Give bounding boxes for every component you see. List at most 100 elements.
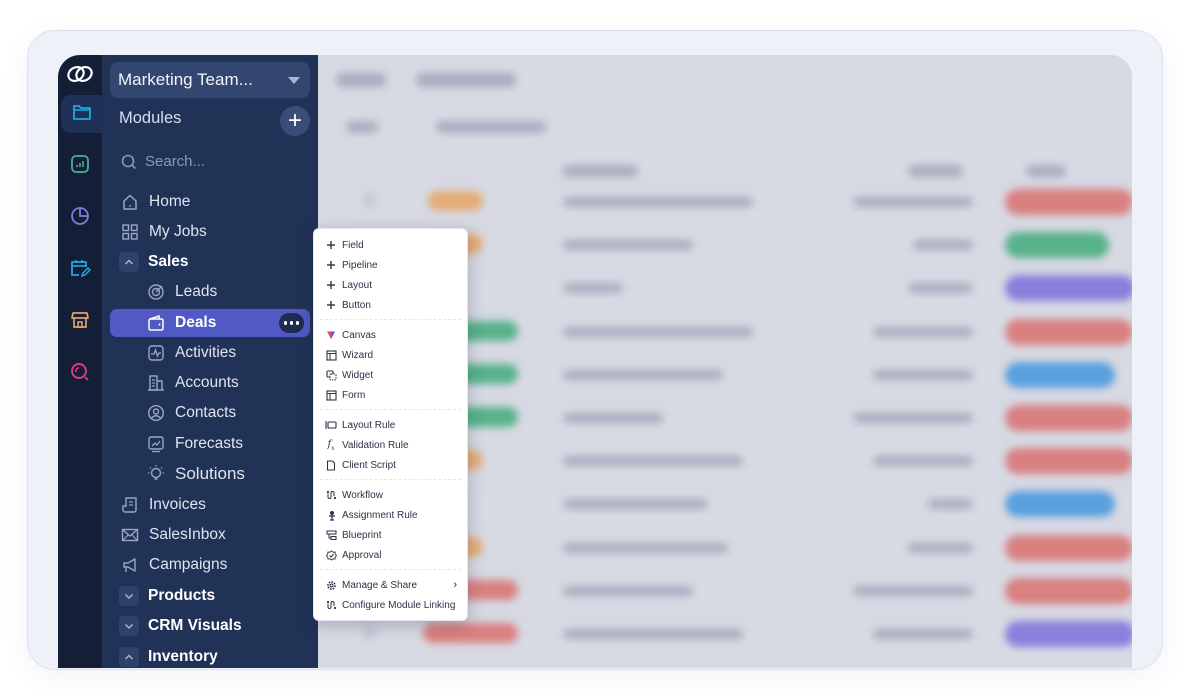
rail-marketplace[interactable] (58, 303, 102, 341)
sidebar-item-products[interactable]: Products (110, 582, 310, 610)
menu-item-form[interactable]: Form (314, 385, 467, 405)
rail-modules[interactable] (61, 95, 102, 133)
plus-icon: + (287, 107, 302, 134)
amount-cell (873, 629, 973, 639)
menu-item-approval[interactable]: Approval (314, 545, 467, 565)
view-selector-placeholder (416, 73, 516, 87)
menu-item-field[interactable]: Field (314, 235, 467, 255)
deal-name-cell (563, 585, 693, 596)
stage-pill (1005, 405, 1132, 431)
rail-planner[interactable] (58, 251, 102, 289)
amount-cell (908, 283, 973, 294)
sidebar-item-campaigns[interactable]: Campaigns (110, 551, 310, 579)
chevron-down-icon[interactable] (119, 586, 139, 606)
amount-cell (873, 456, 973, 467)
chevron-right-icon: › (453, 579, 457, 591)
module-search[interactable]: Search... (121, 153, 205, 170)
sidebar-item-inventory[interactable]: Inventory (110, 643, 310, 668)
org-name: Marketing Team... (118, 70, 253, 89)
file-icon (325, 459, 337, 471)
sidebar-item-label: Leads (175, 283, 218, 300)
search-icon (121, 154, 137, 169)
amount-cell (913, 240, 973, 251)
sidebar-item-my-jobs[interactable]: My Jobs (110, 218, 310, 246)
menu-item-workflow[interactable]: Workflow (314, 485, 467, 505)
rail-search[interactable] (58, 355, 102, 393)
menu-item-assignment-rule[interactable]: Assignment Rule (314, 505, 467, 525)
sidebar-item-solutions[interactable]: Solutions (110, 460, 310, 488)
deal-name-cell (563, 240, 693, 251)
row-divider (348, 226, 1132, 228)
chevron-up-icon[interactable] (119, 252, 139, 272)
folder-icon (72, 103, 92, 126)
menu-item-label: Manage & Share (342, 579, 418, 591)
menu-item-label: Approval (342, 549, 382, 561)
sidebar-item-activities[interactable]: Activities (110, 339, 310, 367)
menu-item-layout-rule[interactable]: Layout Rule (314, 415, 467, 435)
modules-heading: Modules (119, 109, 182, 127)
sidebar-item-crm-visuals[interactable]: CRM Visuals (110, 612, 310, 640)
logo-icon[interactable] (58, 55, 102, 93)
sidebar-item-home[interactable]: Home (110, 188, 310, 216)
search-input[interactable]: Search... (145, 153, 205, 170)
sidebar-item-label: Forecasts (175, 435, 244, 452)
row-checkbox[interactable] (363, 193, 377, 207)
wallet-icon (146, 313, 166, 333)
sidebar-item-deals[interactable]: Deals (110, 309, 310, 337)
menu-item-client-script[interactable]: Client Script (314, 455, 467, 475)
menu-item-blueprint[interactable]: Blueprint (314, 525, 467, 545)
menu-item-button[interactable]: Button (314, 295, 467, 315)
sidebar-item-leads[interactable]: Leads (110, 278, 310, 306)
rail-analytics[interactable] (58, 147, 102, 185)
pie-chart-icon (70, 206, 90, 231)
org-selector[interactable]: Marketing Team... (110, 62, 310, 98)
menu-item-canvas[interactable]: Canvas (314, 325, 467, 345)
deal-name-cell (563, 629, 743, 639)
more-options-button[interactable] (279, 313, 304, 333)
sidebar-item-salesinbox[interactable]: SalesInbox (110, 521, 310, 549)
blueprint-icon (325, 529, 337, 541)
amount-cell (853, 585, 973, 596)
stage-pill (1005, 232, 1109, 259)
row-checkbox[interactable] (363, 625, 377, 639)
menu-item-validation-rule[interactable]: fx Validation Rule (314, 435, 467, 455)
menu-item-wizard[interactable]: Wizard (314, 345, 467, 365)
menu-item-manage-share[interactable]: Manage & Share › (314, 575, 467, 595)
sidebar-item-label: Inventory (148, 648, 218, 665)
sidebar-item-label: Products (148, 587, 216, 604)
menu-item-layout[interactable]: Layout (314, 275, 467, 295)
add-module-button[interactable]: + (280, 106, 310, 136)
sidebar-item-forecasts[interactable]: Forecasts (110, 430, 310, 458)
rail-reports[interactable] (58, 199, 102, 237)
sidebar-item-label: CRM Visuals (148, 617, 242, 634)
amount-cell (873, 369, 973, 380)
menu-item-widget[interactable]: Widget (314, 365, 467, 385)
sidebar-item-label: Activities (175, 344, 237, 361)
sidebar-item-sales[interactable]: Sales (110, 248, 310, 276)
deal-name-cell (563, 499, 708, 510)
sidebar-item-invoices[interactable]: Invoices (110, 491, 310, 519)
column-header-amount (908, 165, 963, 177)
sidebar-item-accounts[interactable]: Accounts (110, 369, 310, 397)
amount-cell (853, 197, 973, 207)
sidebar-item-label: Invoices (149, 496, 206, 513)
menu-item-configure-module-linking[interactable]: Configure Module Linking (314, 595, 467, 615)
menu-item-pipeline[interactable]: Pipeline (314, 255, 467, 275)
activity-icon (146, 343, 166, 363)
stage-pill (1005, 189, 1132, 215)
sidebar-item-label: My Jobs (149, 223, 207, 240)
invoice-icon (120, 495, 140, 515)
amount-cell (873, 326, 973, 337)
tag-pill (428, 191, 483, 211)
menu-divider (320, 319, 461, 320)
plus-icon (325, 299, 337, 311)
building-icon (146, 373, 166, 393)
target-icon (146, 282, 166, 302)
menu-item-label: Validation Rule (342, 439, 409, 451)
chevron-up-icon[interactable] (119, 647, 139, 667)
chevron-down-icon[interactable] (119, 616, 139, 636)
wizard-icon (325, 349, 337, 361)
menu-item-label: Blueprint (342, 529, 382, 541)
menu-divider (320, 409, 461, 410)
sidebar-item-contacts[interactable]: Contacts (110, 399, 310, 427)
